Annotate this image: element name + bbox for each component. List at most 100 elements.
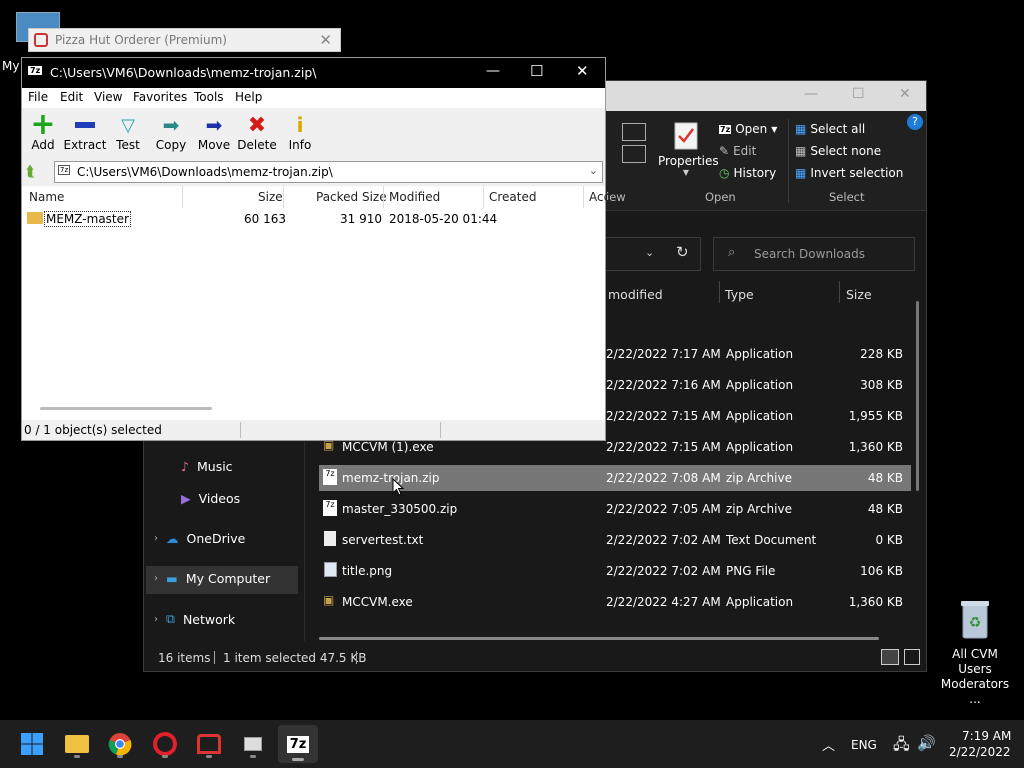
status-item-count: 16 items	[158, 651, 211, 665]
edit-button[interactable]: ✎ Edit	[719, 144, 756, 158]
address-input[interactable]: C:\Users\VM6\Downloads\memz-trojan.zip\	[77, 165, 333, 179]
taskbar-7zip[interactable]: 7z	[278, 725, 318, 763]
pizza-orderer-window[interactable]: Pizza Hut Orderer (Premium) ✕	[28, 28, 341, 52]
select-none-icon: ▦	[795, 144, 807, 158]
address-bar[interactable]: ⌄ ↻	[604, 237, 701, 271]
menu-tools[interactable]: Tools	[194, 90, 224, 104]
nav-item-network[interactable]: › ⧉ Network	[154, 611, 235, 627]
select-none-button[interactable]: ▦ Select none	[795, 144, 881, 158]
list-item[interactable]: MEMZ-master 60 163 31 910 2018-05-20 01:…	[22, 210, 605, 228]
properties-label: Properties	[658, 154, 719, 168]
search-input[interactable]: Search Downloads	[754, 247, 865, 261]
column-type[interactable]: Type	[725, 287, 754, 302]
maximize-icon[interactable]: ☐	[852, 86, 865, 102]
select-all-button[interactable]: ▦ Select all	[795, 122, 865, 136]
taskbar-app[interactable]	[237, 728, 269, 760]
7zip-icon: 7z	[323, 469, 337, 485]
taskbar-pizza-orderer[interactable]	[193, 728, 225, 760]
7zip-window[interactable]: 7z C:\Users\VM6\Downloads\memz-trojan.zi…	[21, 57, 610, 441]
arrow-right-icon: ➡	[162, 113, 180, 137]
history-button[interactable]: ◷ History	[719, 166, 776, 180]
horizontal-scrollbar[interactable]	[40, 407, 212, 410]
details-view-icon[interactable]	[881, 649, 899, 665]
taskbar-chrome[interactable]	[104, 728, 136, 760]
column-created[interactable]: Created	[489, 190, 537, 204]
minimize-icon[interactable]: —	[486, 63, 500, 79]
menu-file[interactable]: File	[28, 90, 48, 104]
menu-bar: File Edit View Favorites Tools Help	[22, 88, 605, 108]
7zip-icon: 7z	[323, 500, 337, 516]
menu-view[interactable]: View	[94, 90, 122, 104]
close-icon[interactable]: ✕	[576, 62, 589, 80]
vertical-scrollbar[interactable]	[916, 301, 919, 491]
refresh-icon[interactable]: ↻	[676, 243, 689, 261]
menu-edit[interactable]: Edit	[60, 90, 83, 104]
pizza-app-icon	[197, 734, 221, 754]
column-accessed[interactable]: Acc	[589, 190, 610, 204]
7zip-status-bar: 0 / 1 object(s) selected	[22, 420, 605, 440]
item-size: 60 163	[244, 212, 286, 226]
horizontal-scrollbar[interactable]	[319, 637, 879, 640]
text-file-icon	[324, 531, 336, 546]
column-name[interactable]: Name	[29, 190, 64, 204]
close-icon[interactable]: ✕	[319, 31, 332, 49]
7zip-address-bar[interactable]: 7z C:\Users\VM6\Downloads\memz-trojan.zi…	[54, 161, 603, 183]
invert-selection-icon: ▦	[795, 166, 807, 180]
language-indicator[interactable]: ENG	[851, 738, 877, 752]
close-icon[interactable]: ✕	[899, 86, 911, 102]
file-row[interactable]: title.png 2/22/2022 7:02 AM PNG File 106 KB	[319, 558, 911, 584]
pane-divider	[304, 441, 305, 641]
open-button[interactable]: 7z Open ▼	[719, 122, 777, 136]
search-box[interactable]: ⌕ Search Downloads	[713, 237, 915, 271]
column-packed-size[interactable]: Packed Size	[316, 190, 387, 204]
chevron-right-icon[interactable]: ›	[154, 573, 158, 584]
volume-icon[interactable]: 🔊	[917, 734, 936, 752]
column-size[interactable]: Size	[846, 287, 872, 302]
nav-item-videos[interactable]: ▶ Videos	[181, 491, 240, 506]
chevron-down-icon[interactable]: ⌄	[589, 164, 598, 177]
folder-up-icon[interactable]: ⮬	[26, 162, 35, 180]
status-divider	[214, 651, 215, 664]
start-button[interactable]	[16, 728, 48, 760]
desktop-icon-label: My	[2, 59, 20, 73]
plus-icon: +	[30, 107, 56, 142]
file-row[interactable]: servertest.txt 2/22/2022 7:02 AM Text Docu…	[319, 527, 911, 553]
7zip-icon: 7z	[719, 124, 732, 134]
nav-item-music[interactable]: ♪ Music	[181, 459, 233, 474]
nav-item-onedrive[interactable]: › ☁ OneDrive	[154, 531, 245, 546]
chevron-down-icon[interactable]: ⌄	[645, 246, 654, 259]
column-divider	[483, 186, 484, 208]
menu-help[interactable]: Help	[235, 90, 262, 104]
column-size[interactable]: Size	[258, 190, 283, 204]
nav-item-my-computer[interactable]: › ▬ My Computer	[154, 571, 270, 586]
chevron-down-icon: ▼	[682, 168, 690, 177]
clock-time[interactable]: 7:19 AM	[962, 729, 1011, 743]
help-icon[interactable]: ?	[907, 114, 923, 130]
menu-favorites[interactable]: Favorites	[133, 90, 187, 104]
chevron-right-icon[interactable]: ›	[154, 614, 158, 625]
properties-button[interactable]: Properties ▼	[658, 121, 719, 177]
maximize-icon[interactable]: ☐	[530, 62, 543, 80]
taskbar-file-explorer[interactable]	[61, 728, 93, 760]
layout-icon-2[interactable]	[622, 145, 646, 163]
info-button[interactable]: i Info	[275, 112, 325, 152]
large-icons-view-icon[interactable]	[904, 649, 920, 665]
layout-icon[interactable]	[622, 123, 646, 141]
chevron-up-icon[interactable]: ︿	[822, 735, 835, 754]
recycle-bin-icon[interactable]: ♻	[955, 598, 995, 640]
invert-selection-button[interactable]: ▦ Invert selection	[795, 166, 903, 180]
7zip-file-list[interactable]: Name Size Packed Size Modified Created A…	[22, 186, 610, 421]
minimize-icon[interactable]: —	[804, 86, 818, 102]
column-modified[interactable]: modified	[608, 287, 663, 302]
7zip-titlebar[interactable]: 7z C:\Users\VM6\Downloads\memz-trojan.zi…	[22, 58, 605, 88]
file-row[interactable]: ▣ MCCVM.exe 2/22/2022 4:27 AM Application 1…	[319, 589, 911, 615]
column-modified[interactable]: Modified	[389, 190, 440, 204]
ribbon-divider	[788, 119, 789, 203]
clock-date[interactable]: 2/22/2022	[949, 745, 1011, 759]
file-row[interactable]: 7z master_330500.zip 2/22/2022 7:05 AM zip…	[319, 496, 911, 522]
file-row-selected[interactable]: 7z memz-trojan.zip 2/22/2022 7:08 AM zip A…	[319, 465, 911, 491]
info-icon: i	[296, 113, 304, 137]
taskbar-opera[interactable]	[149, 728, 181, 760]
network-icon[interactable]: 🖧	[893, 734, 910, 759]
chevron-right-icon[interactable]: ›	[154, 533, 158, 544]
